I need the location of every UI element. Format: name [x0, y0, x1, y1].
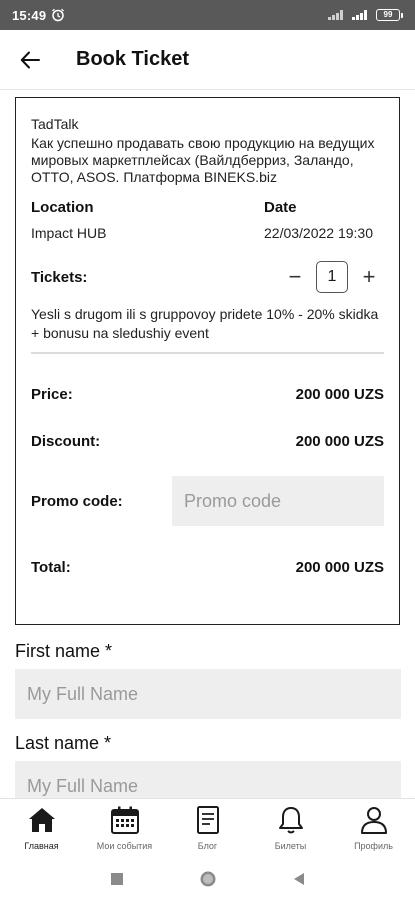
promo-code-label: Promo code:	[31, 492, 123, 510]
ticket-quantity: 1	[316, 261, 348, 293]
nav-item-tickets[interactable]: Билеты	[249, 799, 332, 858]
discount-value: 200 000 UZS	[295, 433, 384, 450]
home-system-button[interactable]	[199, 870, 217, 888]
app-bar: Book Ticket	[0, 30, 415, 90]
decrease-button[interactable]: −	[280, 262, 310, 292]
nav-label-home: Главная	[24, 841, 59, 851]
alarm-icon	[51, 8, 65, 22]
first-name-label: First name *	[15, 641, 113, 661]
nav-label-my-events: Мои события	[96, 841, 153, 851]
signal-icon-2	[352, 8, 370, 23]
total-label: Total:	[31, 559, 71, 576]
person-icon	[359, 804, 389, 836]
status-bar: 15:49 99	[0, 0, 415, 30]
ticket-quantity-stepper: − 1 +	[280, 261, 384, 293]
increase-button[interactable]: +	[354, 262, 384, 292]
recent-apps-button[interactable]	[110, 872, 124, 886]
bell-icon	[277, 804, 305, 836]
document-icon	[196, 804, 220, 836]
date-value: 22/03/2022 19:30	[264, 225, 373, 241]
battery-level: 99	[376, 9, 400, 21]
square-icon	[110, 873, 123, 885]
back-system-button[interactable]	[292, 872, 306, 886]
nav-label-tickets: Билеты	[274, 841, 307, 851]
discount-label: Discount:	[31, 433, 101, 450]
bottom-navigation: Главная Мои события Блог Билеты Профиль	[0, 798, 415, 858]
triangle-back-icon	[293, 873, 304, 885]
divider	[31, 352, 384, 354]
arrow-left-icon	[20, 51, 40, 68]
nav-item-my-events[interactable]: Мои события	[83, 799, 166, 858]
page-title: Book Ticket	[76, 48, 189, 70]
calendar-icon	[110, 804, 140, 836]
nav-item-home[interactable]: Главная	[0, 799, 83, 858]
event-description: Как успешно продавать свою продукцию на …	[31, 135, 375, 185]
date-label: Date	[264, 199, 297, 216]
battery-icon: 99	[376, 9, 403, 21]
first-name-input[interactable]	[15, 669, 401, 719]
location-label: Location	[31, 199, 94, 216]
status-time: 15:49	[12, 7, 47, 23]
promo-code-input[interactable]	[172, 476, 384, 526]
total-value: 200 000 UZS	[295, 559, 384, 576]
nav-label-blog: Блог	[197, 841, 218, 851]
home-icon	[27, 804, 57, 836]
tickets-label: Tickets:	[31, 268, 88, 286]
nav-item-profile[interactable]: Профиль	[332, 799, 415, 858]
back-button[interactable]	[0, 30, 60, 90]
system-navigation-bar	[0, 858, 415, 900]
location-value: Impact HUB	[31, 225, 107, 241]
nav-item-blog[interactable]: Блог	[166, 799, 249, 858]
ticket-summary-card: TadTalk Как успешно продавать свою проду…	[15, 97, 400, 625]
discount-note: Yesli s drugom ili s gruppovoy pridete 1…	[31, 306, 379, 341]
price-value: 200 000 UZS	[295, 386, 384, 403]
circle-icon	[200, 871, 215, 887]
signal-icon	[328, 8, 346, 23]
nav-label-profile: Профиль	[354, 841, 393, 851]
last-name-label: Last name *	[15, 733, 112, 753]
price-label: Price:	[31, 386, 73, 403]
event-organizer: TadTalk	[31, 116, 79, 132]
